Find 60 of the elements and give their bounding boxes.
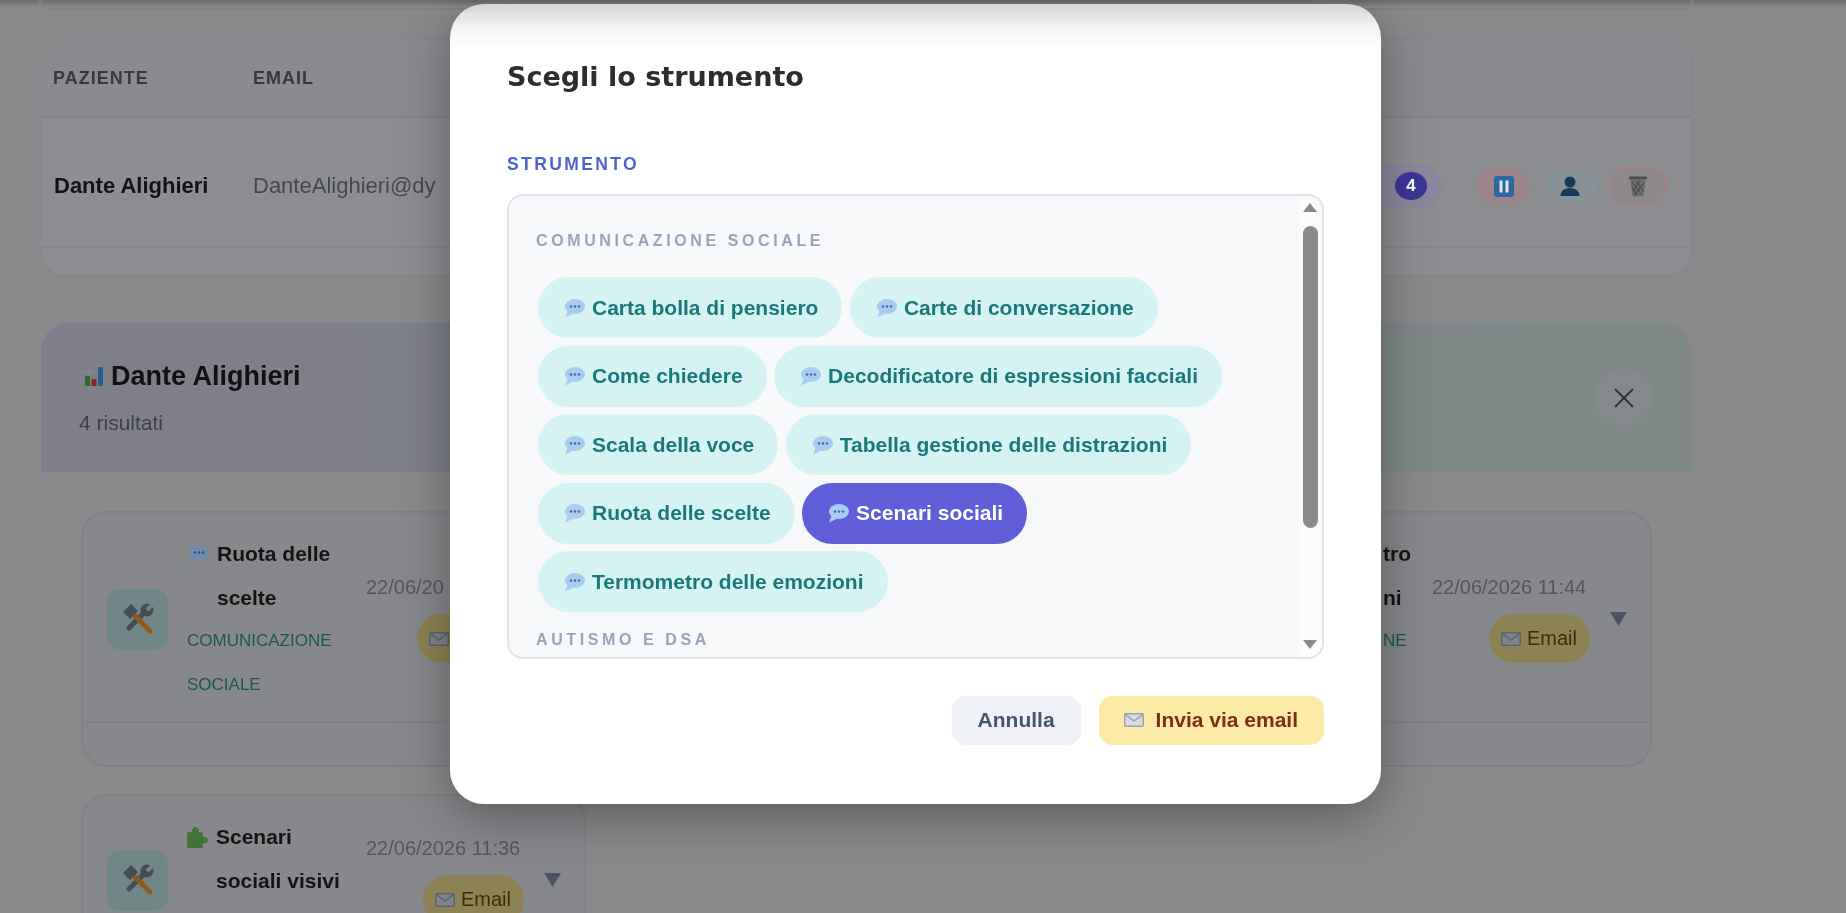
tools-icon xyxy=(107,849,168,911)
group-heading: AUTISMO E DSA xyxy=(536,630,710,649)
tool-chip[interactable]: Termometro delle emozioni xyxy=(538,551,888,612)
envelope-icon xyxy=(1501,631,1521,646)
speech-bubble-icon xyxy=(563,434,585,455)
table-cell-text: Dante Alighieri xyxy=(54,173,210,199)
envelope-icon xyxy=(435,892,455,907)
column-header[interactable]: PAZIENTE xyxy=(53,67,253,89)
tool-chip[interactable]: Come chiedere xyxy=(538,345,767,407)
results-count: 4 risultati xyxy=(79,410,164,435)
table-cell-text: DanteAlighieri@dy xyxy=(253,173,437,199)
speech-bubble-icon xyxy=(827,503,850,523)
tool-chip[interactable]: Scenari sociali xyxy=(802,482,1028,544)
tool-chip[interactable]: Decodificatore di espressioni facciali xyxy=(774,345,1223,407)
tools-icon xyxy=(107,588,168,650)
column-header[interactable]: EMAIL xyxy=(253,67,314,89)
delete-button[interactable] xyxy=(1609,166,1667,206)
close-icon xyxy=(1613,387,1634,408)
cancel-button[interactable]: Annulla xyxy=(951,695,1081,745)
modal-title: Scegli lo strumento xyxy=(507,61,804,93)
email-button[interactable]: Email xyxy=(423,875,524,913)
envelope-icon xyxy=(1123,713,1144,727)
speech-bubble-icon xyxy=(874,297,897,318)
count-badge: 4 xyxy=(1395,172,1427,200)
tool-chip[interactable]: Carta bolla di pensiero xyxy=(538,277,843,338)
speech-bubble-icon xyxy=(810,434,833,455)
card-category: COMUNICAZIONE SOCIALE xyxy=(187,630,333,696)
card-title: ni xyxy=(1383,584,1402,611)
field-label: STRUMENTO xyxy=(507,154,640,175)
card-title: Scenari sociali visivi xyxy=(216,824,341,894)
pause-button[interactable] xyxy=(1477,167,1530,205)
speech-bubble-icon xyxy=(799,366,822,386)
email-button[interactable]: Email xyxy=(1489,614,1590,663)
bar-chart-icon xyxy=(82,364,106,388)
card-category: NE xyxy=(1383,630,1407,652)
speech-bubble-icon xyxy=(563,503,585,523)
tool-chip[interactable]: Tabella gestione delle distrazioni xyxy=(785,414,1192,475)
profile-button[interactable] xyxy=(1542,167,1597,205)
tool-chip[interactable]: Scala della voce xyxy=(538,414,779,475)
speech-bubble-icon xyxy=(563,571,585,592)
scroll-down-arrow-icon[interactable] xyxy=(1303,639,1317,649)
send-email-button[interactable]: Invia via email xyxy=(1098,695,1324,745)
scrollbar-thumb[interactable] xyxy=(1302,225,1318,528)
speech-bubble-icon xyxy=(187,544,209,564)
speech-bubble-icon xyxy=(563,297,585,318)
puzzle-piece-icon xyxy=(187,827,208,848)
pause-icon xyxy=(1493,175,1514,197)
scroll-up-arrow-icon[interactable] xyxy=(1303,202,1317,212)
person-icon xyxy=(1559,176,1580,196)
speech-bubble-icon xyxy=(563,366,585,386)
tool-chip[interactable]: Ruota delle scelte xyxy=(538,482,795,544)
group-heading: COMUNICAZIONE SOCIALE xyxy=(536,230,825,250)
caret-icon[interactable] xyxy=(1610,612,1627,626)
caret-icon[interactable] xyxy=(544,873,561,887)
results-title: Dante Alighieri xyxy=(111,360,301,392)
envelope-icon xyxy=(429,631,449,646)
tool-chip[interactable]: Carte di conversazione xyxy=(849,277,1158,338)
card-title: Ruota delle scelte xyxy=(217,541,332,611)
card-title: tro xyxy=(1383,541,1411,567)
trash-icon xyxy=(1629,175,1647,197)
